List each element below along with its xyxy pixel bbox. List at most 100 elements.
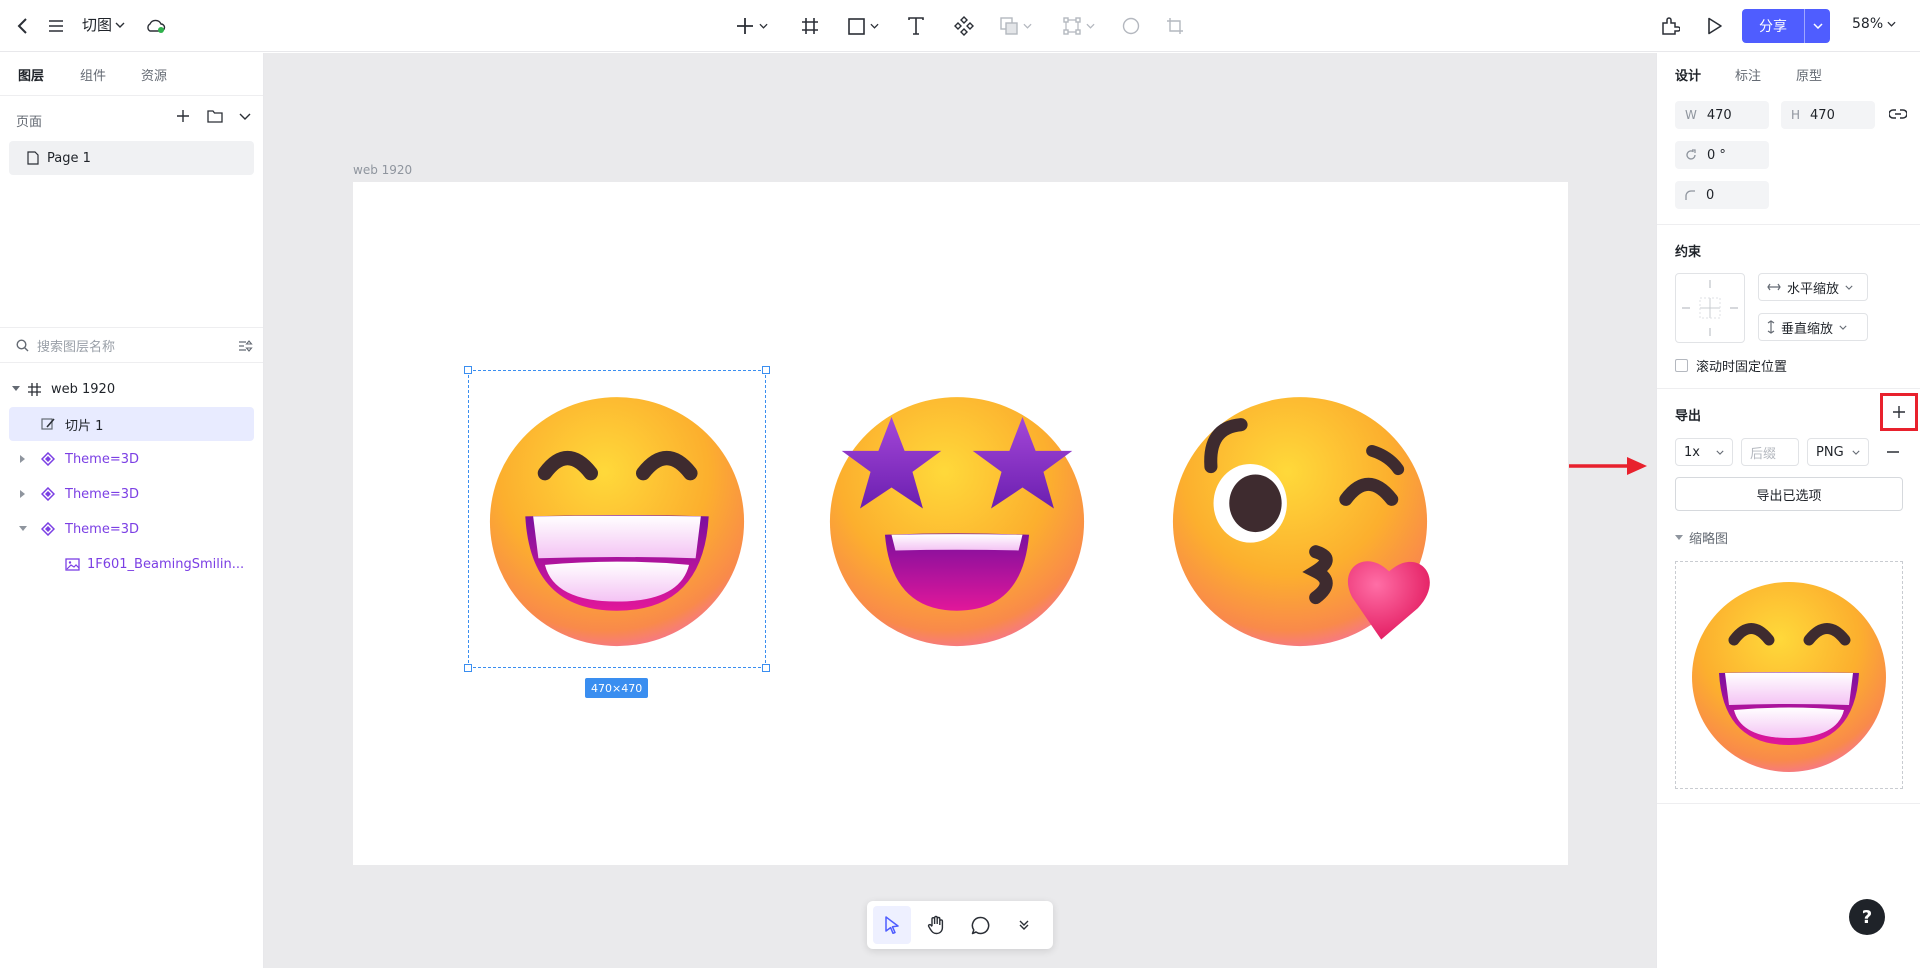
boolean-tool-button[interactable] — [996, 10, 1036, 42]
red-arrow-annotation — [1569, 457, 1647, 475]
export-suffix-input[interactable]: 后缀 — [1741, 438, 1799, 466]
play-icon[interactable] — [1701, 10, 1729, 42]
link-ratio-icon[interactable] — [1889, 108, 1907, 120]
cursor-icon — [885, 916, 899, 934]
resize-handle[interactable] — [762, 664, 770, 672]
layer-row[interactable]: Theme=3D — [9, 477, 254, 511]
tab-layers[interactable]: 图层 — [18, 65, 44, 84]
caret-right-icon[interactable] — [9, 490, 37, 498]
layer-row[interactable]: Theme=3D — [9, 442, 254, 476]
fix-on-scroll-row[interactable]: 滚动时固定位置 — [1675, 356, 1787, 375]
tab-assets[interactable]: 资源 — [141, 65, 167, 84]
more-tools-button[interactable] — [1005, 906, 1043, 944]
mask-circle-icon[interactable] — [1120, 10, 1142, 42]
hand-tool-button[interactable] — [917, 906, 955, 944]
horizontal-constraint-select[interactable]: 水平缩放 — [1758, 273, 1868, 301]
fix-on-scroll-label: 滚动时固定位置 — [1696, 360, 1788, 375]
tab-design[interactable]: 设计 — [1675, 65, 1701, 84]
vertical-constraint-select[interactable]: 垂直缩放 — [1758, 313, 1868, 341]
comment-tool-button[interactable] — [961, 906, 999, 944]
page-item[interactable]: Page 1 — [9, 141, 254, 175]
plugin-icon[interactable] — [1656, 10, 1684, 42]
folder-icon[interactable] — [207, 109, 223, 123]
canvas[interactable]: web 1920 470×470 — [264, 53, 1656, 968]
rotation-value: 0 ° — [1707, 147, 1726, 163]
page-icon — [27, 151, 39, 165]
layer-row[interactable]: 切片 1 — [9, 407, 254, 441]
share-dropdown[interactable] — [1805, 23, 1830, 29]
hand-icon — [927, 915, 944, 935]
width-field[interactable]: W 470 — [1675, 101, 1769, 129]
corner-radius-field[interactable]: 0 — [1675, 181, 1769, 209]
layer-row[interactable]: web 1920 — [9, 372, 254, 406]
file-name-dropdown[interactable]: 切图 — [82, 14, 125, 35]
tab-annotate[interactable]: 标注 — [1735, 65, 1761, 84]
chevron-down-icon — [1023, 23, 1032, 29]
component-icon — [37, 522, 59, 536]
select-tool-button[interactable] — [873, 906, 911, 944]
add-tool-button[interactable] — [732, 10, 772, 42]
search-input[interactable]: 搜索图层名称 — [37, 336, 115, 355]
remove-export-icon[interactable] — [1886, 450, 1900, 454]
corner-radius-icon — [1685, 189, 1695, 200]
zoom-level: 58% — [1852, 16, 1884, 32]
crop-icon[interactable] — [1164, 10, 1186, 42]
resize-handle[interactable] — [464, 664, 472, 672]
add-export-button[interactable] — [1880, 393, 1918, 431]
add-page-icon[interactable] — [176, 109, 190, 123]
export-selected-button[interactable]: 导出已选项 — [1675, 477, 1903, 511]
export-title: 导出 — [1675, 409, 1702, 424]
rotation-field[interactable]: 0 ° — [1675, 141, 1769, 169]
vector-tool-button[interactable] — [1059, 10, 1099, 42]
thumbnail-preview — [1675, 561, 1903, 789]
kissing-face-emoji[interactable] — [1169, 388, 1431, 650]
chevron-down-icon — [869, 23, 879, 29]
filter-icon[interactable] — [238, 339, 254, 353]
boolean-icon — [1000, 17, 1018, 35]
file-name: 切图 — [82, 16, 113, 34]
rotate-icon — [1686, 149, 1696, 160]
tab-prototype[interactable]: 原型 — [1796, 65, 1822, 84]
export-scale-select[interactable]: 1x — [1675, 438, 1733, 466]
export-format-select[interactable]: PNG — [1807, 438, 1869, 466]
fix-on-scroll-checkbox[interactable] — [1675, 359, 1688, 372]
shape-tool-button[interactable] — [843, 10, 883, 42]
share-button[interactable]: 分享 — [1742, 9, 1830, 43]
width-value: 470 — [1706, 107, 1732, 123]
frame-tool-icon[interactable] — [798, 10, 822, 42]
star-struck-emoji[interactable] — [826, 388, 1088, 650]
collapse-pages-icon[interactable] — [239, 113, 251, 121]
right-panel: 设计 标注 原型 W 470 H 470 0 ° 0 约束 水平缩放 垂直缩放 … — [1656, 53, 1920, 968]
chevron-down-icon — [1716, 450, 1724, 455]
tab-components[interactable]: 组件 — [80, 65, 106, 84]
text-tool-icon[interactable] — [904, 10, 928, 42]
layer-row[interactable]: 1F601_BeamingSmilin... — [9, 547, 254, 581]
cloud-sync-icon[interactable] — [143, 10, 167, 42]
resize-handle[interactable] — [464, 366, 472, 374]
constraints-title: 约束 — [1675, 245, 1702, 260]
resize-handle[interactable] — [762, 366, 770, 374]
caret-down-icon[interactable] — [9, 386, 23, 392]
zoom-dropdown[interactable]: 58% — [1852, 16, 1896, 32]
vertical-constraint-value: 垂直缩放 — [1781, 321, 1834, 337]
help-button[interactable]: ? — [1849, 899, 1885, 935]
comment-icon — [971, 916, 989, 934]
vector-path-icon — [1063, 17, 1081, 35]
component-icon — [37, 487, 59, 501]
layer-search[interactable]: 搜索图层名称 — [0, 327, 263, 363]
caret-right-icon[interactable] — [9, 455, 37, 463]
frame-label[interactable]: web 1920 — [353, 163, 412, 177]
size-badge: 470×470 — [585, 678, 649, 698]
frame-icon — [23, 382, 45, 396]
chevron-down-icon — [759, 23, 768, 29]
slice-selection-box[interactable] — [468, 370, 766, 668]
height-field[interactable]: H 470 — [1781, 101, 1875, 129]
constraints-widget[interactable] — [1675, 273, 1745, 343]
back-icon[interactable] — [12, 10, 32, 42]
component-tool-icon[interactable] — [952, 10, 976, 42]
layer-row[interactable]: Theme=3D — [9, 512, 254, 546]
thumbnail-toggle[interactable]: 缩略图 — [1675, 528, 1728, 547]
caret-down-icon[interactable] — [9, 526, 37, 532]
menu-icon[interactable] — [46, 10, 66, 42]
pages-title: 页面 — [16, 115, 43, 130]
